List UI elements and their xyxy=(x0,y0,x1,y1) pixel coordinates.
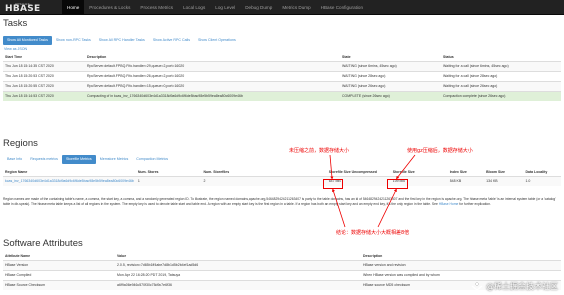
col-description: Description xyxy=(361,252,561,261)
arrow-to-uncompressed xyxy=(329,154,334,180)
arrow-summary-left xyxy=(331,188,346,228)
cell-value: Mon Apr 22 16:28:20 PDT 2019, Tatsuya xyxy=(115,269,361,280)
col-value: Value xyxy=(115,252,361,261)
cell-attribute-name: HBase Source Checksum xyxy=(3,279,115,290)
software-header-row: Attribute Name Value Description xyxy=(3,252,561,261)
cell-value: a6f9a06e946c570f30c75d9c7e6f36 xyxy=(115,279,361,290)
juejin-watermark: @稀土掘金技术社区 xyxy=(471,281,558,292)
table-row: HBase Version 2.0.5, revision=7d65b1ff4a… xyxy=(3,259,561,270)
cell-description: HBase version and revision xyxy=(361,259,561,270)
cell-value: 2.0.5, revision=7d65b1ff4abe7d8b1d5b2b4e… xyxy=(115,259,361,270)
cell-attribute-name: HBase Version xyxy=(3,259,115,270)
cell-attribute-name: HBase Compiled xyxy=(3,269,115,280)
col-attribute-name: Attribute Name xyxy=(3,252,115,261)
cell-description: When HBase version was compiled and by w… xyxy=(361,269,561,280)
table-row: HBase Compiled Mon Apr 22 16:28:20 PDT 2… xyxy=(3,269,561,280)
annotation-arrows xyxy=(329,154,416,228)
software-heading: Software Attributes xyxy=(3,238,83,249)
arrow-summary-right xyxy=(377,188,397,228)
arrow-to-compressed xyxy=(396,154,416,180)
watermark-text: @稀土掘金技术社区 xyxy=(486,282,558,291)
juejin-logo-icon xyxy=(471,282,483,291)
